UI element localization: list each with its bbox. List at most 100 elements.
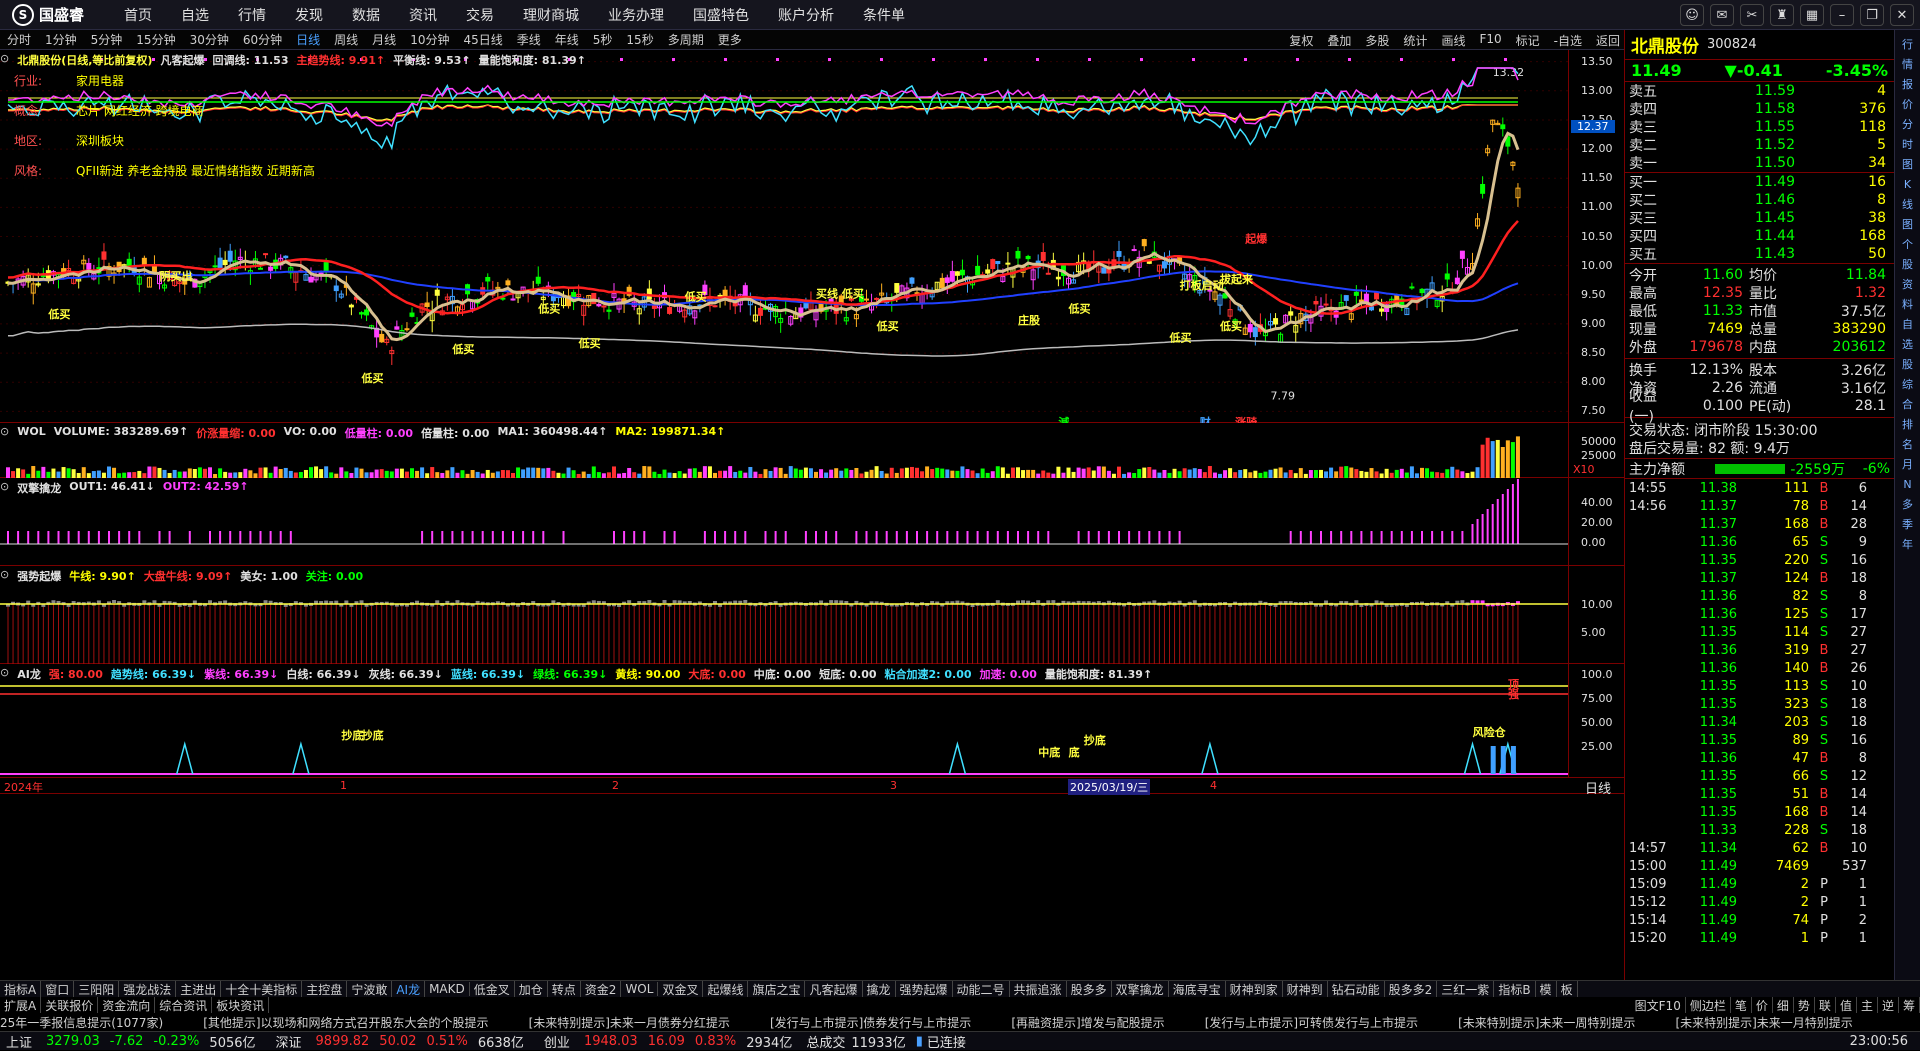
indicator-tab-13[interactable]: 资金2 [581,980,622,998]
news-ticker[interactable]: 25年一季报信息提示(1077家) [其他提示]以现场和网络方式召开股东大会的个股… [0,1013,1920,1031]
maximize-icon[interactable]: ❐ [1860,4,1884,26]
ticker-item[interactable]: [未来特别提示]未来一月特别提示 [1675,1014,1852,1031]
menu-home[interactable]: 首页 [124,5,152,25]
side-tab-5[interactable]: 势 [1794,996,1815,1014]
period-14[interactable]: 15秒 [626,31,653,48]
panel-toggle-icon[interactable]: ⊙ [0,568,9,582]
book-row[interactable]: 卖二 11.52 5 [1625,136,1894,154]
indicator-tab-8[interactable]: AI龙 [392,980,426,998]
indicator-tab-31[interactable]: 指标B [1494,980,1536,998]
info-tab-1[interactable]: 关联报价 [41,996,99,1014]
period-16[interactable]: 更多 [718,31,742,48]
indicator-tab-16[interactable]: 起爆线 [703,980,749,998]
period-7[interactable]: 周线 [334,31,358,48]
indicator-tab-29[interactable]: 股多多2 [1385,980,1438,998]
ticker-item[interactable]: [再融资提示]增发与配股提示 [1011,1014,1164,1031]
envelope-icon[interactable]: ✉ [1710,4,1734,26]
indicator-tab-15[interactable]: 双金叉 [658,980,704,998]
sidebar-item[interactable]: 情 [1902,54,1913,74]
indicator-tab-33[interactable]: 板 [1557,980,1578,998]
ticker-item[interactable]: [发行与上市提示]债券发行与上市提示 [770,1014,971,1031]
shirt-icon[interactable]: ♜ [1770,4,1794,26]
sidebar-item[interactable]: 多 [1902,494,1913,514]
info-tab-4[interactable]: 板块资讯 [212,996,270,1014]
chart-tool-7[interactable]: -自选 [1554,32,1582,49]
sidebar-item[interactable]: 价 [1902,94,1913,114]
panel-toggle-icon[interactable]: ⊙ [0,666,9,680]
period-3[interactable]: 15分钟 [136,31,175,48]
indicator-tab-26[interactable]: 财神到家 [1226,980,1283,998]
period-5[interactable]: 60分钟 [243,31,282,48]
indicator-tab-2[interactable]: 三阳阳 [74,980,120,998]
app-logo[interactable]: S 国盛睿 [12,3,84,26]
period-15[interactable]: 多周期 [668,31,704,48]
sidebar-item[interactable]: 料 [1902,294,1913,314]
sidebar-item[interactable]: N [1903,474,1911,494]
info-tab-2[interactable]: 资金流向 [98,996,156,1014]
period-11[interactable]: 季线 [517,31,541,48]
ticker-item[interactable]: [未来特别提示]未来一月债券分红提示 [529,1014,730,1031]
indicator-tab-18[interactable]: 凡客起爆 [805,980,863,998]
sidebar-item[interactable]: 线 [1902,194,1913,214]
menu-wealth[interactable]: 理财商城 [523,5,579,25]
indicator-name[interactable]: 双擎擒龙 [17,480,61,495]
menu-market[interactable]: 行情 [238,5,266,25]
indicator-panel-1[interactable]: ⊙ 双擎擒龙 OUT1: 46.41↓ OUT2: 42.59↑ 40.00 20.00… [0,478,1624,566]
menu-discover[interactable]: 发现 [295,5,323,25]
side-tab-9[interactable]: 逆 [1878,996,1899,1014]
sidebar-item[interactable]: 名 [1902,434,1913,454]
period-13[interactable]: 5秒 [593,31,613,48]
chart-tool-4[interactable]: 画线 [1441,32,1465,49]
period-8[interactable]: 月线 [372,31,396,48]
indicator-tab-32[interactable]: 模 [1536,980,1557,998]
indicator-name[interactable]: AI龙 [17,666,41,681]
ticker-item[interactable]: [未来特别提示]未来一周特别提示 [1458,1014,1635,1031]
date-period[interactable]: 日线 [1585,778,1611,797]
tools-icon[interactable]: ✂ [1740,4,1764,26]
period-2[interactable]: 5分钟 [91,31,123,48]
menu-data[interactable]: 数据 [352,5,380,25]
side-tab-2[interactable]: 笔 [1731,996,1752,1014]
indicator-tab-6[interactable]: 主控盘 [302,980,348,998]
book-row[interactable]: 卖四 11.58 376 [1625,100,1894,118]
chart-tool-0[interactable]: 复权 [1289,32,1313,49]
period-0[interactable]: 分时 [7,31,31,48]
cy-index-name[interactable]: 创业 [544,1032,570,1051]
chart-tool-2[interactable]: 多股 [1365,32,1389,49]
chat-icon[interactable]: ☺ [1680,4,1704,26]
info-tab-0[interactable]: 扩展A [0,996,42,1014]
indicator-tab-30[interactable]: 三红一紫 [1437,980,1495,998]
indicator-tab-0[interactable]: 指标A [0,980,42,998]
sidebar-item[interactable]: 月 [1902,454,1913,474]
book-row[interactable]: 买三 11.45 38 [1625,209,1894,227]
minimize-icon[interactable]: – [1830,4,1854,26]
panel-toggle-icon[interactable]: ⊙ [0,480,9,494]
sidebar-item[interactable]: 选 [1902,334,1913,354]
indicator-tab-20[interactable]: 强势起爆 [896,980,953,998]
chart-tool-5[interactable]: F10 [1479,32,1501,49]
tick-list[interactable]: 14:55 11.38 111 B 6 14:56 11.37 78 B 14 11.37 168 B 2… [1625,479,1894,947]
chart-tool-1[interactable]: 叠加 [1327,32,1351,49]
book-row[interactable]: 买一 11.49 16 [1625,173,1894,191]
sidebar-item[interactable]: 资 [1902,274,1913,294]
menu-business[interactable]: 业务办理 [608,5,664,25]
indicator-tab-4[interactable]: 主进出 [176,980,222,998]
book-row[interactable]: 卖三 11.55 118 [1625,118,1894,136]
sidebar-item[interactable]: 季 [1902,514,1913,534]
indicator-tab-28[interactable]: 钻石动能 [1328,980,1385,998]
indicator-panel-3[interactable]: ⊙ AI龙 强: 80.00 趋势线: 66.39↓ 紫线: 66.39↓ 白线: 66.… [0,664,1624,778]
side-tab-1[interactable]: 侧边栏 [1686,996,1731,1014]
indicator-tab-10[interactable]: 低金叉 [470,980,515,998]
sidebar-item[interactable]: K [1904,174,1911,194]
sidebar-item[interactable]: 分 [1902,114,1913,134]
indicator-tab-19[interactable]: 擒龙 [863,980,896,998]
indicator-tab-9[interactable]: MAKD [425,982,470,996]
indicator-panel-2[interactable]: ⊙ 强势起爆 牛线: 9.90↑ 大盘牛线: 9.09↑ 美女: 1.00 关注: 0.0… [0,566,1624,664]
side-tab-0[interactable]: 图文F10 [1631,996,1686,1014]
indicator-tab-11[interactable]: 加仓 [515,980,548,998]
menu-account-analysis[interactable]: 账户分析 [778,5,834,25]
sz-index-name[interactable]: 深证 [276,1032,302,1051]
sidebar-item[interactable]: 股 [1902,354,1913,374]
panel-toggle-icon[interactable]: ⊙ [0,52,9,66]
book-row[interactable]: 买二 11.46 8 [1625,191,1894,209]
